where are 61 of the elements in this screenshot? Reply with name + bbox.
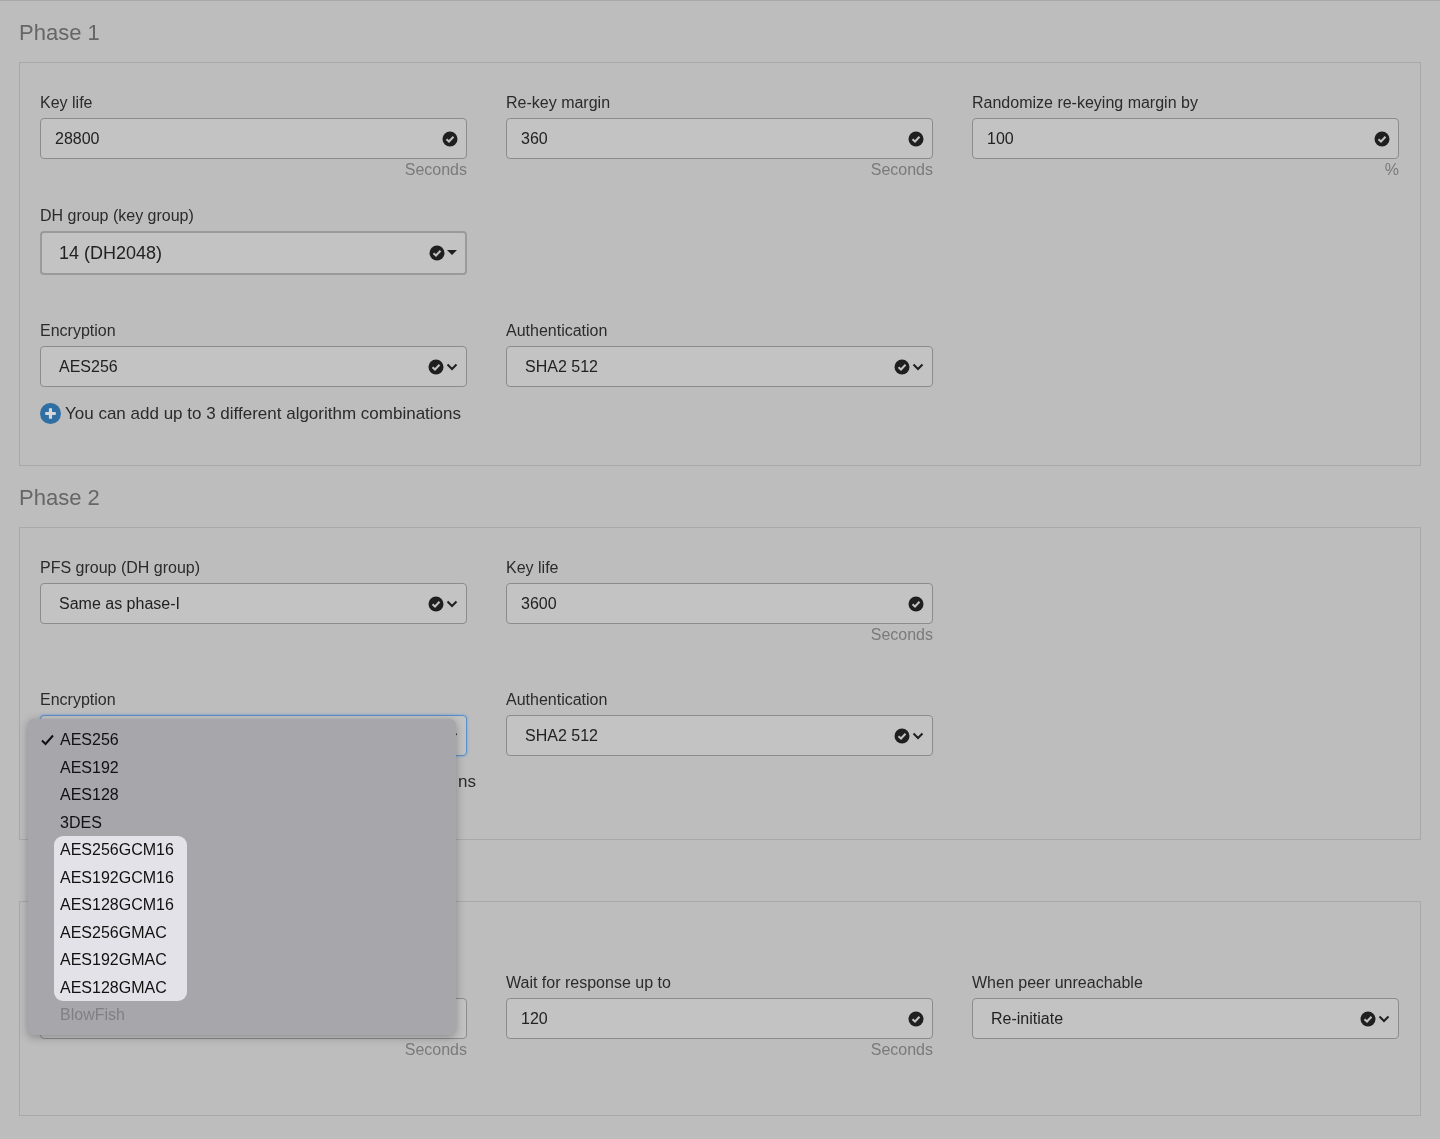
field-label: Re-key margin xyxy=(506,93,612,113)
valid-check-icon xyxy=(442,130,458,147)
field-label: Key life xyxy=(506,558,560,578)
chevron-down-icon xyxy=(912,731,924,740)
input-field[interactable]: 28800 xyxy=(40,118,467,159)
unit-label: Seconds xyxy=(404,1041,467,1059)
chevron-down-icon xyxy=(446,599,458,608)
field-label: Authentication xyxy=(506,690,609,710)
plus-circle-icon[interactable] xyxy=(40,403,61,424)
field-label: Key life xyxy=(40,93,94,113)
field-label: PFS group (DH group) xyxy=(40,558,202,578)
valid-check-icon xyxy=(1360,1010,1376,1027)
valid-check-icon xyxy=(1374,130,1390,147)
input-field[interactable]: 360 xyxy=(506,118,933,159)
caret-down-icon xyxy=(447,250,457,256)
dropdown-option[interactable]: 3DES xyxy=(54,808,187,836)
dropdown-option[interactable]: AES192GMAC xyxy=(54,946,187,974)
valid-check-icon xyxy=(429,245,445,261)
valid-check-icon xyxy=(908,595,924,612)
field-label: Wait for response up to xyxy=(506,973,672,993)
dropdown-option[interactable]: AES128GCM16 xyxy=(54,891,187,919)
chevron-down-icon xyxy=(1378,1014,1390,1023)
unit-label: Seconds xyxy=(870,161,933,179)
hint-text: ns xyxy=(458,772,476,792)
dropdown-option[interactable]: AES128 xyxy=(54,781,187,809)
input-field[interactable]: 100 xyxy=(972,118,1399,159)
dropdown-option[interactable]: AES256 xyxy=(54,726,187,754)
unit-label: Seconds xyxy=(870,626,933,644)
hint-text: You can add up to 3 different algorithm combinations xyxy=(65,403,461,424)
valid-check-icon xyxy=(428,595,444,612)
valid-check-icon xyxy=(428,358,444,375)
valid-check-icon xyxy=(908,130,924,147)
select-field[interactable]: 14 (DH2048) xyxy=(40,231,467,275)
select-field[interactable]: SHA2 512 xyxy=(506,346,933,387)
unit-label: Seconds xyxy=(870,1041,933,1059)
section-heading: Phase 1 xyxy=(19,20,100,46)
dropdown-option[interactable]: AES256GCM16 xyxy=(54,836,187,864)
dropdown-option[interactable]: AES192 xyxy=(54,753,187,781)
select-field[interactable]: Same as phase-I xyxy=(40,583,467,624)
dropdown-option[interactable]: AES128GMAC xyxy=(54,973,187,1001)
field-label: Encryption xyxy=(40,690,117,710)
input-field[interactable]: 3600 xyxy=(506,583,933,624)
field-label: Authentication xyxy=(506,321,609,341)
select-field[interactable]: SHA2 512 xyxy=(506,715,933,756)
valid-check-icon xyxy=(894,727,910,744)
select-field[interactable]: AES256 xyxy=(40,346,467,387)
select-field[interactable]: Re-initiate xyxy=(972,998,1399,1039)
dropdown-option[interactable]: AES256GMAC xyxy=(54,918,187,946)
field-label: Randomize re-keying margin by xyxy=(972,93,1199,113)
section-heading: Phase 2 xyxy=(19,485,100,511)
valid-check-icon xyxy=(894,358,910,375)
chevron-down-icon xyxy=(912,362,924,371)
valid-check-icon xyxy=(908,1010,924,1027)
input-field[interactable]: 120 xyxy=(506,998,933,1039)
chevron-down-icon xyxy=(446,362,458,371)
field-label: Encryption xyxy=(40,321,117,341)
dropdown-option[interactable]: AES192GCM16 xyxy=(54,863,187,891)
field-label: DH group (key group) xyxy=(40,206,195,226)
field-label: When peer unreachable xyxy=(972,973,1144,993)
unit-label: Seconds xyxy=(404,161,467,179)
unit-label: % xyxy=(1384,161,1399,179)
